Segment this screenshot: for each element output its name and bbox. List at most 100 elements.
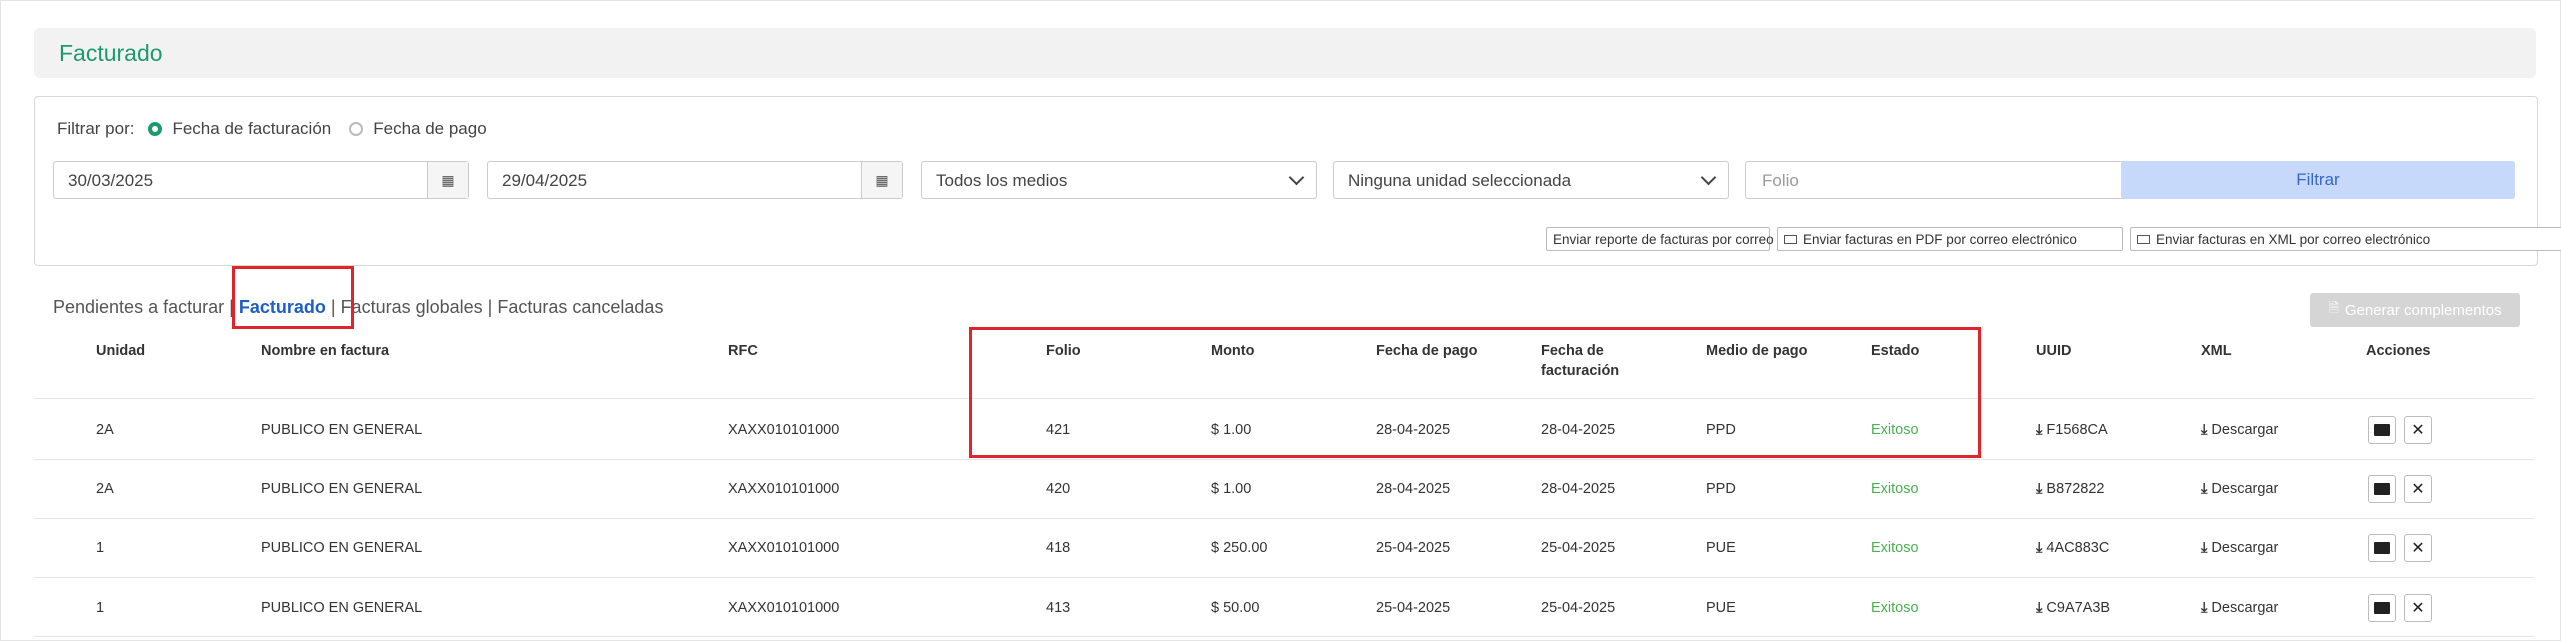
cell-rfc: XAXX010101000 xyxy=(728,422,840,438)
close-icon: ✕ xyxy=(2411,540,2425,557)
filter-type-row: Filtrar por: Fecha de facturación Fecha … xyxy=(57,119,505,139)
invoice-tabs: Pendientes a facturar | Facturado | Fact… xyxy=(53,297,663,318)
page-title: Facturado xyxy=(59,40,163,66)
envelope-icon xyxy=(2137,234,2150,244)
email-action-button[interactable] xyxy=(2368,534,2396,562)
envelope-icon xyxy=(2374,602,2390,614)
cell-unidad: 2A xyxy=(96,481,114,497)
cancel-action-button[interactable]: ✕ xyxy=(2404,416,2432,444)
close-icon: ✕ xyxy=(2411,481,2425,498)
cell-medio: PUE xyxy=(1706,600,1736,616)
header-xml: XML xyxy=(2201,343,2232,359)
cell-rfc: XAXX010101000 xyxy=(728,540,840,556)
uuid-download-link[interactable]: F1568CA xyxy=(2036,422,2107,438)
row-divider xyxy=(34,459,2534,460)
envelope-icon xyxy=(1784,234,1797,244)
cell-rfc: XAXX010101000 xyxy=(728,481,840,497)
cell-monto: $ 1.00 xyxy=(1211,481,1252,497)
medios-select[interactable]: Todos los medios xyxy=(921,161,1317,199)
page-header: Facturado xyxy=(34,28,2536,78)
cell-fecha-pago: 25-04-2025 xyxy=(1376,540,1451,556)
tab-canceladas[interactable]: Facturas canceladas xyxy=(497,297,663,317)
cell-rfc: XAXX010101000 xyxy=(728,600,840,616)
envelope-icon xyxy=(2374,483,2390,495)
cell-medio: PPD xyxy=(1706,481,1736,497)
radio-label: Fecha de facturación xyxy=(172,119,332,138)
document-icon: 🗎 xyxy=(2328,300,2339,315)
radio-selected-icon xyxy=(148,122,163,136)
cell-monto: $ 50.00 xyxy=(1211,600,1260,616)
cell-nombre: PUBLICO EN GENERAL xyxy=(261,422,423,438)
filter-panel: Filtrar por: Fecha de facturación Fecha … xyxy=(34,96,2561,266)
chevron-down-icon xyxy=(1288,169,1305,186)
filter-label: Filtrar por: xyxy=(57,119,135,138)
unidad-value: Ninguna unidad seleccionada xyxy=(1348,171,1572,190)
date-to-value: 29/04/2025 xyxy=(502,171,588,190)
envelope-icon xyxy=(2374,542,2390,554)
header-nombre: Nombre en factura xyxy=(261,343,390,359)
tab-globales[interactable]: Facturas globales xyxy=(341,297,483,317)
send-xml-button[interactable]: Enviar facturas en XML por correo electr… xyxy=(2130,227,2561,251)
header-acciones: Acciones xyxy=(2366,343,2431,359)
generate-complements-button[interactable]: 🗎 Generar complementos xyxy=(2310,293,2520,327)
cell-medio: PUE xyxy=(1706,540,1736,556)
xml-download-link[interactable]: Descargar xyxy=(2201,422,2278,438)
date-to-field[interactable]: 29/04/2025 ▦ xyxy=(487,161,903,199)
cell-fecha-pago: 28-04-2025 xyxy=(1376,481,1451,497)
folio-field[interactable] xyxy=(1745,161,2141,199)
cancel-action-button[interactable]: ✕ xyxy=(2404,534,2432,562)
cell-estado: Exitoso xyxy=(1871,600,1919,616)
cell-folio: 418 xyxy=(1046,540,1071,556)
cell-fecha-facturacion: 25-04-2025 xyxy=(1541,540,1616,556)
folio-input[interactable] xyxy=(1760,170,2124,192)
radio-label: Fecha de pago xyxy=(373,119,487,138)
cancel-action-button[interactable]: ✕ xyxy=(2404,594,2432,622)
cell-unidad: 1 xyxy=(96,540,105,556)
cell-folio: 420 xyxy=(1046,481,1071,497)
uuid-download-link[interactable]: C9A7A3B xyxy=(2036,600,2110,616)
medios-value: Todos los medios xyxy=(936,171,1068,190)
tab-pendientes[interactable]: Pendientes a facturar xyxy=(53,297,224,317)
cancel-action-button[interactable]: ✕ xyxy=(2404,475,2432,503)
date-from-field[interactable]: 30/03/2025 ▦ xyxy=(53,161,469,199)
cell-folio: 413 xyxy=(1046,600,1071,616)
button-label: Enviar reporte de facturas por correo xyxy=(1553,231,1774,247)
radio-fecha-facturacion[interactable]: Fecha de facturación xyxy=(148,119,331,139)
xml-download-link[interactable]: Descargar xyxy=(2201,540,2278,556)
header-rfc: RFC xyxy=(728,343,758,359)
xml-download-link[interactable]: Descargar xyxy=(2201,481,2278,497)
email-action-button[interactable] xyxy=(2368,416,2396,444)
button-label: Enviar facturas en XML por correo electr… xyxy=(2156,231,2431,247)
unidad-select[interactable]: Ninguna unidad seleccionada xyxy=(1333,161,1729,199)
cell-fecha-facturacion: 28-04-2025 xyxy=(1541,481,1616,497)
calendar-icon[interactable]: ▦ xyxy=(861,162,902,198)
row-divider xyxy=(34,636,2534,637)
uuid-download-link[interactable]: B872822 xyxy=(2036,481,2104,497)
header-unidad: Unidad xyxy=(96,343,146,359)
email-action-button[interactable] xyxy=(2368,594,2396,622)
send-pdf-button[interactable]: Enviar facturas en PDF por correo electr… xyxy=(1777,227,2123,251)
cell-nombre: PUBLICO EN GENERAL xyxy=(261,540,423,556)
send-report-button[interactable]: Enviar reporte de facturas por correo xyxy=(1546,227,1774,251)
tab-separator: | xyxy=(487,297,493,317)
highlight-row-details xyxy=(969,327,1981,458)
cell-fecha-pago: 25-04-2025 xyxy=(1376,600,1451,616)
radio-fecha-pago[interactable]: Fecha de pago xyxy=(349,119,487,139)
chevron-down-icon xyxy=(1700,169,1717,186)
cell-estado: Exitoso xyxy=(1871,481,1919,497)
email-action-button[interactable] xyxy=(2368,475,2396,503)
header-uuid: UUID xyxy=(2036,343,2072,359)
button-label: Generar complementos xyxy=(2344,301,2502,319)
highlight-tab-facturado xyxy=(232,266,354,329)
calendar-icon[interactable]: ▦ xyxy=(427,162,468,198)
row-divider xyxy=(34,518,2534,519)
cell-nombre: PUBLICO EN GENERAL xyxy=(261,481,423,497)
filter-button[interactable]: Filtrar xyxy=(2121,161,2515,199)
close-icon: ✕ xyxy=(2411,422,2425,439)
cell-fecha-facturacion: 25-04-2025 xyxy=(1541,600,1616,616)
uuid-download-link[interactable]: 4AC883C xyxy=(2036,540,2109,556)
xml-download-link[interactable]: Descargar xyxy=(2201,600,2278,616)
row-divider xyxy=(34,577,2534,578)
radio-unselected-icon xyxy=(349,122,364,136)
cell-unidad: 1 xyxy=(96,600,105,616)
